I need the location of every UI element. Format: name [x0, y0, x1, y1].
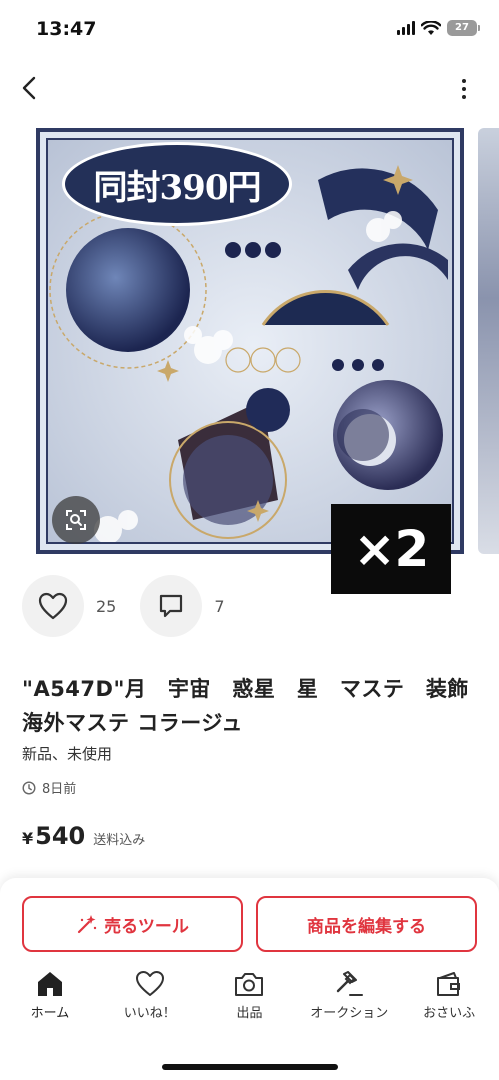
gavel-icon	[337, 971, 364, 996]
tab-label: ホーム	[30, 1006, 70, 1021]
comment-icon	[160, 594, 183, 618]
status-bar: 13:47 27	[0, 0, 499, 60]
item-condition: 新品、未使用	[22, 745, 113, 763]
image-gallery[interactable]: 同封390円 ×2	[0, 128, 499, 596]
price: ¥ 540 送料込み	[22, 822, 145, 850]
shipping-note: 送料込み	[93, 833, 146, 848]
bottom-panel: 売るツール 商品を編集する ホーム いいね！ 出品 オークション おさいふ	[0, 878, 499, 1080]
count-badge: ×2	[331, 504, 451, 594]
next-image-preview[interactable]	[478, 128, 499, 554]
sell-tool-label: 売るツール	[104, 916, 189, 937]
price-value: 540	[35, 822, 86, 850]
battery-icon: 27	[447, 20, 480, 36]
wifi-icon	[421, 20, 441, 35]
tab-label: 出品	[236, 1006, 263, 1021]
comment-button[interactable]	[140, 575, 203, 637]
image-search-button[interactable]	[52, 496, 100, 544]
sparkle-wand-icon	[78, 915, 97, 934]
posted-time-text: 8日前	[42, 782, 77, 797]
price-currency: ¥	[22, 829, 34, 848]
home-indicator	[162, 1064, 338, 1070]
camera-icon	[235, 973, 264, 996]
tab-bar: ホーム いいね！ 出品 オークション おさいふ	[0, 970, 499, 1030]
chevron-left-icon	[22, 76, 36, 100]
more-vertical-icon	[462, 79, 466, 83]
tab-label: おさいふ	[423, 1006, 476, 1021]
edit-item-label: 商品を編集する	[307, 916, 426, 937]
tab-listing[interactable]: 出品	[200, 970, 300, 1030]
sell-tool-button[interactable]: 売るツール	[22, 896, 243, 952]
status-icons: 27	[397, 20, 480, 36]
comment-count: 7	[214, 596, 225, 616]
product-image[interactable]: 同封390円	[36, 128, 464, 554]
tab-wallet[interactable]: おさいふ	[399, 970, 499, 1030]
heart-icon	[38, 592, 68, 620]
wallet-icon	[437, 972, 461, 996]
tab-home[interactable]: ホーム	[0, 970, 100, 1030]
like-button[interactable]	[22, 575, 84, 637]
more-options-button[interactable]	[449, 74, 479, 104]
nav-bar	[0, 66, 499, 110]
heart-icon	[135, 971, 164, 996]
clock-icon	[22, 780, 36, 795]
promo-label: 同封390円	[62, 142, 292, 226]
status-time: 13:47	[36, 18, 97, 40]
tab-likes[interactable]: いいね！	[100, 970, 200, 1030]
tab-label: オークション	[310, 1006, 389, 1021]
posted-time: 8日前	[22, 778, 76, 797]
home-icon	[37, 972, 62, 996]
edit-item-button[interactable]: 商品を編集する	[256, 896, 477, 952]
like-count: 25	[96, 596, 117, 616]
tab-auction[interactable]: オークション	[299, 970, 399, 1030]
tab-label: いいね！	[123, 1006, 176, 1021]
back-button[interactable]	[14, 72, 44, 104]
signal-icon	[397, 21, 415, 35]
image-search-icon	[66, 510, 86, 530]
item-title: "A547D"月 宇宙 惑星 星 マステ 装飾 海外マステ コラージュ	[22, 677, 491, 735]
reactions-row: 25 7	[22, 575, 249, 637]
